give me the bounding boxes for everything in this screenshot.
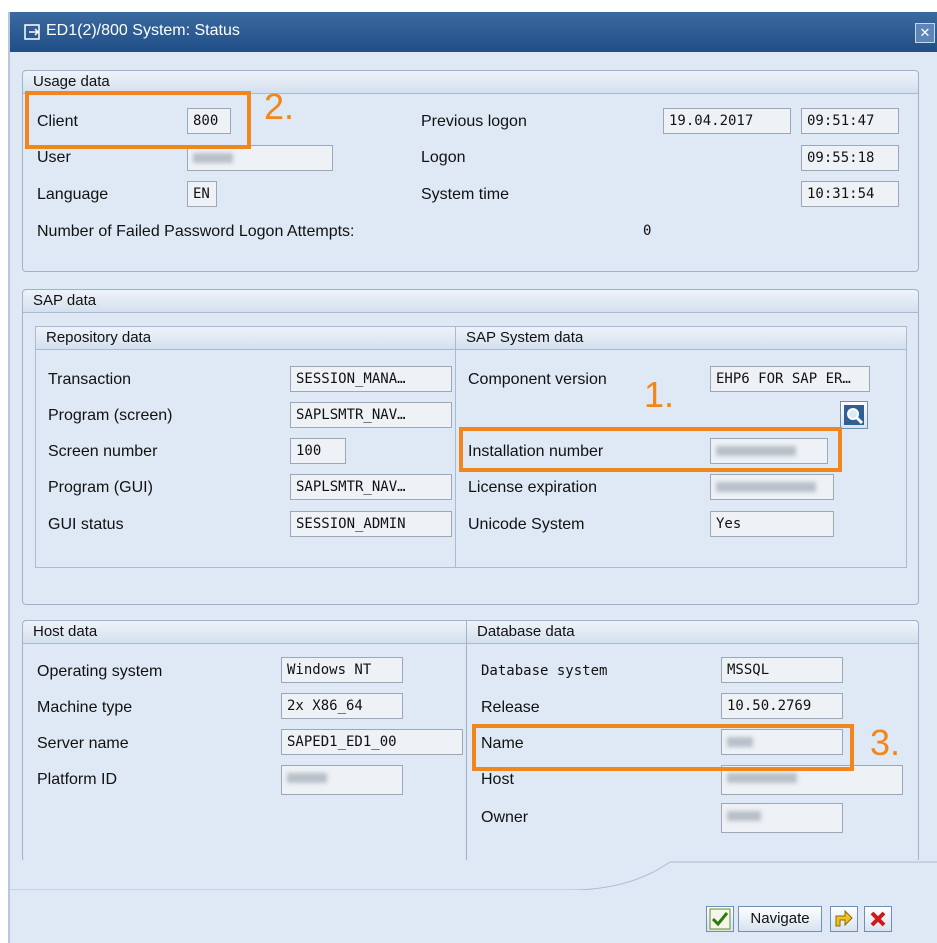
continue-arrow-icon [835, 909, 853, 927]
previous-logon-label: Previous logon [421, 113, 527, 130]
program-gui-field[interactable]: SAPLSMTR_NAV… [290, 474, 452, 500]
component-details-button[interactable] [840, 401, 868, 429]
repository-data-header: Repository data [36, 327, 456, 350]
title-bar: ED1(2)/800 System: Status ✕ [10, 12, 937, 52]
bottom-toolbar: Navigate [10, 860, 937, 943]
masked-value [727, 811, 761, 821]
unicode-system-label: Unicode System [468, 516, 585, 533]
operating-system-label: Operating system [37, 663, 163, 680]
db-host-label: Host [481, 771, 514, 788]
annotation-box-installation [459, 427, 842, 472]
cancel-x-icon [870, 911, 886, 927]
logon-time-field[interactable]: 09:55:18 [801, 145, 899, 171]
release-label: Release [481, 699, 540, 716]
status-dialog: ED1(2)/800 System: Status ✕ Usage data C… [8, 12, 937, 943]
previous-logon-date-field[interactable]: 19.04.2017 [663, 108, 791, 134]
screen-number-field[interactable]: 100 [290, 438, 346, 464]
cancel-button[interactable] [864, 906, 892, 932]
annotation-box-client [25, 91, 251, 149]
program-gui-label: Program (GUI) [48, 479, 153, 496]
sap-system-data-header: SAP System data [456, 327, 906, 350]
window-title: ED1(2)/800 System: Status [46, 22, 240, 39]
masked-value [727, 773, 797, 783]
annotation-number-1: 1. [644, 374, 675, 415]
platform-id-label: Platform ID [37, 771, 118, 788]
confirm-button[interactable] [706, 906, 734, 932]
language-label: Language [37, 186, 109, 203]
logon-label: Logon [421, 149, 466, 166]
sap-data-header: SAP data [23, 290, 918, 313]
failed-attempts-value: 0 [643, 223, 652, 239]
gui-status-label: GUI status [48, 516, 124, 533]
transaction-field[interactable]: SESSION_MANA… [290, 366, 452, 392]
masked-value [716, 482, 816, 492]
checkmark-icon [709, 908, 731, 930]
license-expiration-label: License expiration [468, 479, 597, 496]
annotation-box-db-name [472, 724, 854, 771]
program-screen-label: Program (screen) [48, 407, 173, 424]
database-system-label: Database system [481, 663, 608, 679]
transaction-label: Transaction [48, 371, 131, 388]
system-time-label: System time [421, 186, 510, 203]
machine-type-field[interactable]: 2x X86_64 [281, 693, 403, 719]
machine-type-label: Machine type [37, 699, 133, 716]
host-data-group: Host data Operating system Windows NT Ma… [22, 620, 469, 862]
annotation-number-2: 2. [264, 86, 295, 127]
component-version-label: Component version [468, 371, 607, 388]
license-expiration-field[interactable] [710, 474, 834, 500]
server-name-field[interactable]: SAPED1_ED1_00 [281, 729, 463, 755]
server-name-label: Server name [37, 735, 129, 752]
window-icon [24, 24, 40, 40]
db-owner-field[interactable] [721, 803, 843, 833]
release-field[interactable]: 10.50.2769 [721, 693, 843, 719]
system-time-field[interactable]: 10:31:54 [801, 181, 899, 207]
masked-value [193, 153, 233, 163]
gui-status-field[interactable]: SESSION_ADMIN [290, 511, 452, 537]
component-version-field[interactable]: EHP6 FOR SAP ER… [710, 366, 870, 392]
previous-logon-time-field[interactable]: 09:51:47 [801, 108, 899, 134]
navigate-button[interactable]: Navigate [738, 906, 822, 932]
user-label: User [37, 149, 71, 166]
language-field[interactable]: EN [187, 181, 217, 207]
toolbar-divider-curve [10, 861, 937, 890]
repository-data-group: Repository data Transaction SESSION_MANA… [35, 326, 457, 568]
magnifier-icon [844, 405, 864, 425]
operating-system-field[interactable]: Windows NT [281, 657, 403, 683]
db-owner-label: Owner [481, 809, 529, 826]
close-icon[interactable]: ✕ [915, 23, 935, 43]
failed-attempts-label: Number of Failed Password Logon Attempts… [37, 223, 355, 240]
database-system-field[interactable]: MSSQL [721, 657, 843, 683]
masked-value [287, 773, 327, 783]
database-data-header: Database data [467, 621, 918, 644]
host-data-header: Host data [23, 621, 468, 644]
screen-number-label: Screen number [48, 443, 158, 460]
annotation-number-3: 3. [870, 722, 901, 763]
program-screen-field[interactable]: SAPLSMTR_NAV… [290, 402, 452, 428]
continue-button[interactable] [830, 906, 858, 932]
unicode-system-field[interactable]: Yes [710, 511, 834, 537]
platform-id-field[interactable] [281, 765, 403, 795]
